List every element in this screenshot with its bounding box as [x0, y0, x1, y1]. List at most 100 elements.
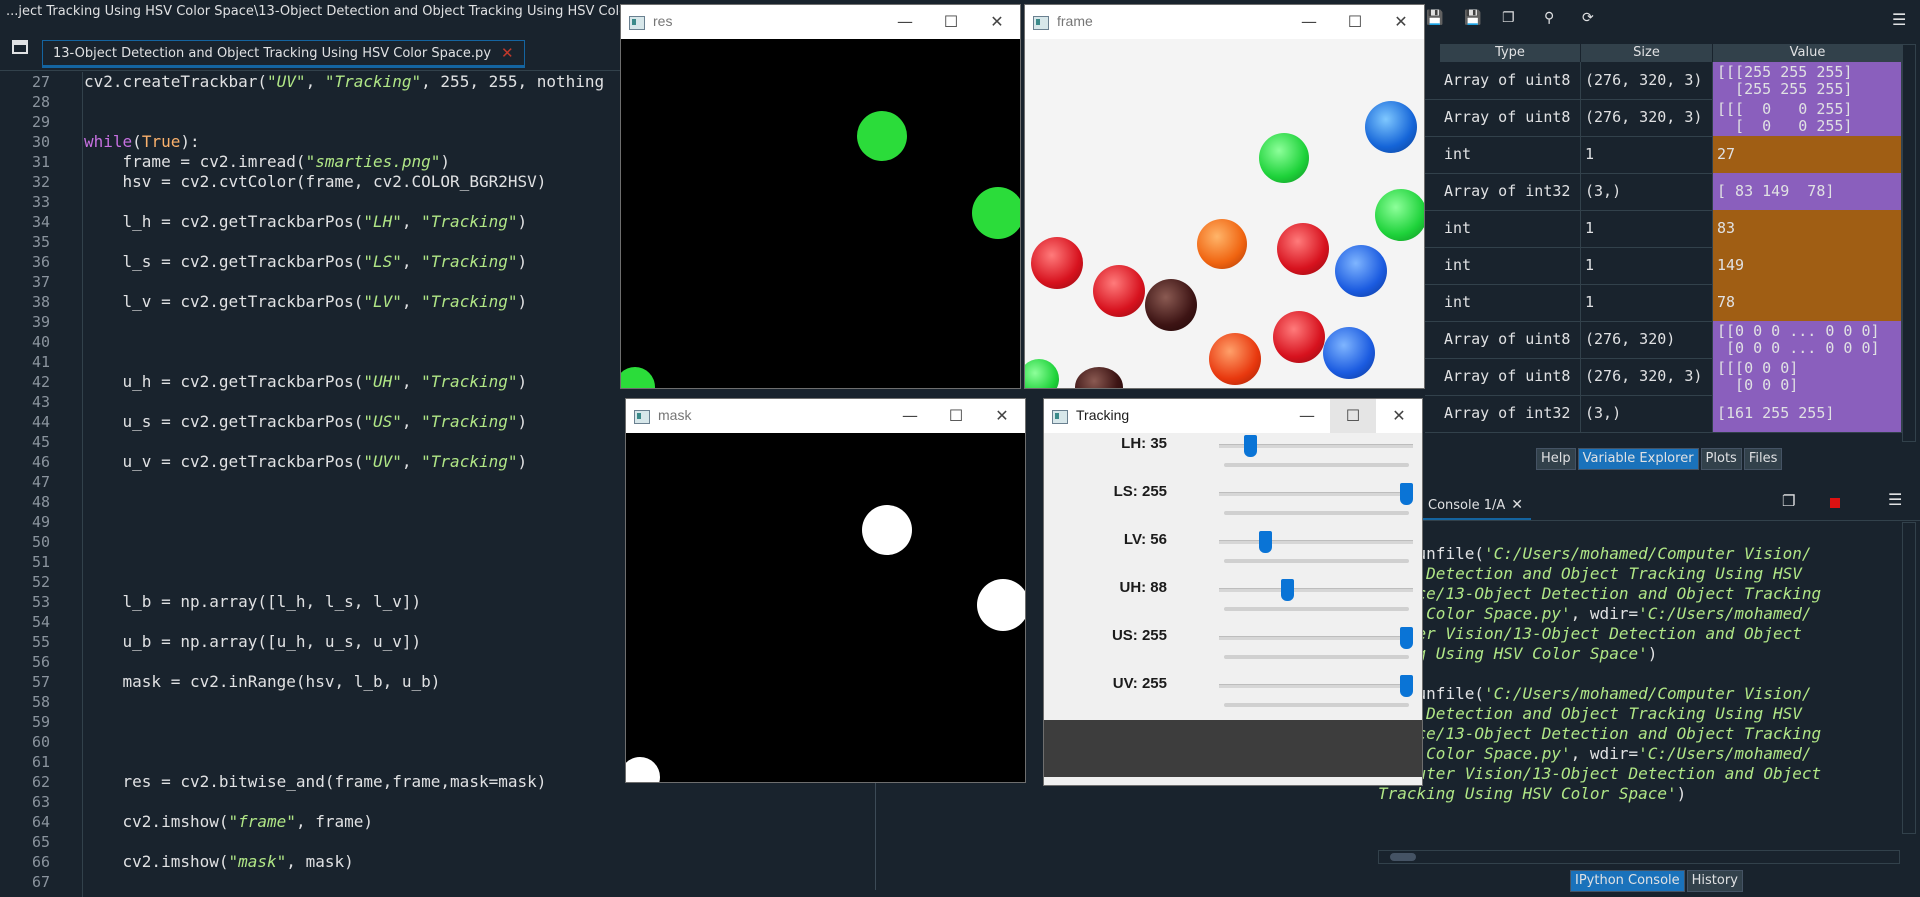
res-window[interactable]: res — ☐ ✕ [620, 4, 1021, 389]
variable-row[interactable]: int 1 149 [1425, 247, 1902, 285]
variable-table-scrollbar[interactable] [1902, 44, 1916, 442]
trackbar-track[interactable] [1219, 636, 1413, 640]
browse-tabs-icon[interactable] [12, 40, 28, 54]
console-line: cking Using HSV Color Space') [1378, 644, 1900, 664]
tab-plots[interactable]: Plots [1700, 448, 1742, 470]
tab-history[interactable]: History [1686, 870, 1743, 892]
code-token: "Tracking" [421, 252, 518, 271]
col-header-value[interactable]: Value [1713, 44, 1903, 62]
frame-image [1025, 39, 1424, 388]
variable-type-cell: Array of uint8 [1440, 99, 1581, 136]
console-token: , wdir= [1570, 744, 1639, 763]
save-as-icon[interactable]: 💾 [1464, 10, 1481, 26]
code-token: ) [440, 152, 451, 171]
maximize-button[interactable]: ☐ [928, 5, 974, 39]
minimize-button[interactable]: — [1284, 399, 1330, 433]
line-number: 52 [31, 573, 50, 591]
console-vertical-scrollbar[interactable] [1902, 522, 1916, 834]
close-button[interactable]: ✕ [979, 399, 1025, 433]
frame-title-bar[interactable]: frame — ☐ ✕ [1025, 5, 1424, 39]
console-output[interactable]: ]: ]: runfile('C:/Users/mohamed/Computer… [1378, 524, 1900, 854]
menu-icon[interactable]: ☰ [1888, 490, 1902, 509]
window-title: ...ject Tracking Using HSV Color Space\1… [6, 4, 697, 19]
console-token: Computer Vision/13-Object Detection and … [1378, 764, 1822, 783]
close-button[interactable]: ✕ [1376, 399, 1422, 433]
code-token: l_s = cv2.getTrackbarPos( [84, 252, 364, 271]
trackbar-thumb[interactable] [1281, 579, 1295, 601]
copy-icon[interactable]: ❐ [1502, 10, 1515, 26]
console-token: , wdir= [1570, 604, 1639, 623]
tab-console[interactable]: Console 1/A ✕ [1420, 492, 1532, 520]
trackbar-label: LS: 255 [1113, 483, 1167, 500]
variable-row[interactable]: Array of uint8 (276, 320) [[0 0 0 ... 0 0 … [1425, 321, 1902, 359]
orange-candy [1209, 333, 1261, 385]
close-button[interactable]: ✕ [1378, 5, 1424, 39]
menu-icon[interactable]: ☰ [1892, 10, 1906, 29]
scrollbar-thumb[interactable] [1390, 853, 1416, 861]
tab-ipython-console[interactable]: IPython Console [1570, 870, 1685, 892]
mask-title-bar[interactable]: mask — ☐ ✕ [626, 399, 1025, 433]
maximize-button[interactable]: ☐ [1332, 5, 1378, 39]
close-icon[interactable]: ✕ [1511, 497, 1523, 513]
col-header-size[interactable]: Size [1581, 44, 1713, 62]
trackbar-label: UH: 88 [1119, 579, 1167, 596]
trackbar-thumb[interactable] [1400, 675, 1413, 697]
save-icon[interactable]: 💾 [1426, 10, 1443, 26]
copy-icon[interactable]: ❐ [1782, 492, 1795, 510]
close-icon[interactable]: ✕ [501, 44, 514, 62]
red-candy [1273, 311, 1325, 363]
variable-row[interactable]: Array of uint8 (276, 320, 3) [[[255 255 25… [1425, 62, 1902, 100]
trackbar-thumb[interactable] [1400, 483, 1413, 505]
trackbar-thumb[interactable] [1258, 531, 1272, 553]
minimize-button[interactable]: — [882, 5, 928, 39]
code-token: frame = cv2.imread( [84, 152, 306, 171]
blue-candy [1365, 101, 1417, 153]
maximize-button[interactable]: ☐ [933, 399, 979, 433]
tab-variable-explorer[interactable]: Variable Explorer [1577, 448, 1699, 470]
variable-row[interactable]: int 1 78 [1425, 284, 1902, 322]
mask-image [626, 433, 1025, 782]
variable-row[interactable]: int 1 83 [1425, 210, 1902, 248]
col-header-type[interactable]: Type [1440, 44, 1581, 62]
trackbar-track[interactable] [1219, 540, 1413, 544]
minimize-button[interactable]: — [1286, 5, 1332, 39]
variable-row[interactable]: Array of uint8 (276, 320, 3)[[[ 0 0 255] … [1425, 99, 1902, 137]
res-title-bar[interactable]: res — ☐ ✕ [621, 5, 1020, 39]
variable-row[interactable]: int 1 27 [1425, 136, 1902, 174]
trackbar-thumb[interactable] [1243, 435, 1257, 457]
console-horizontal-scrollbar[interactable] [1378, 850, 1900, 864]
variable-row[interactable]: Array of uint8 (276, 320, 3) [[[0 0 0] [0 … [1425, 358, 1902, 396]
variable-row[interactable]: Array of int32 (3,) [161 255 255] [1425, 395, 1902, 433]
maximize-button[interactable]: ☐ [1330, 399, 1376, 433]
tab-files[interactable]: Files [1743, 448, 1783, 470]
trackbar-track[interactable] [1219, 684, 1413, 688]
variable-row[interactable]: Array of int32 (3,)[ 83 149 78] [1425, 173, 1902, 211]
refresh-icon[interactable]: ⟳ [1582, 10, 1594, 26]
tracking-title-bar[interactable]: Tracking — ☐ ✕ [1044, 399, 1422, 433]
code-line: frame = cv2.imread("smarties.png") [84, 152, 451, 171]
stop-icon[interactable] [1830, 498, 1840, 508]
tracking-window[interactable]: Tracking — ☐ ✕ LH: 35 LS: 255 LV: 56 UH: 88… [1043, 398, 1423, 786]
minimize-button[interactable]: — [887, 399, 933, 433]
search-icon[interactable]: ⚲ [1544, 10, 1554, 26]
console-token: ject Detection and Object Tracking Using… [1378, 564, 1802, 583]
trackbar-track[interactable] [1219, 588, 1413, 592]
trackbar-thumb[interactable] [1400, 627, 1413, 649]
editor-tab-file[interactable]: 13-Object Detection and Object Tracking … [42, 40, 525, 68]
line-number: 42 [31, 373, 50, 391]
code-token: , [401, 452, 422, 471]
code-token: ) [517, 372, 528, 391]
code-token: ( [132, 132, 142, 151]
trackbar-track[interactable] [1219, 492, 1413, 496]
close-button[interactable]: ✕ [974, 5, 1020, 39]
tab-help[interactable]: Help [1536, 448, 1576, 470]
line-number: 45 [31, 433, 50, 451]
mask-window[interactable]: mask — ☐ ✕ [625, 398, 1026, 783]
variable-type-cell: int [1440, 136, 1581, 173]
code-token: l_h = cv2.getTrackbarPos( [84, 212, 364, 231]
trackbar-label: LV: 56 [1123, 531, 1167, 548]
frame-window[interactable]: frame — ☐ ✕ [1024, 4, 1425, 389]
window-app-icon [634, 410, 650, 424]
trackbar-groove [1224, 511, 1409, 515]
code-token: , [401, 292, 422, 311]
